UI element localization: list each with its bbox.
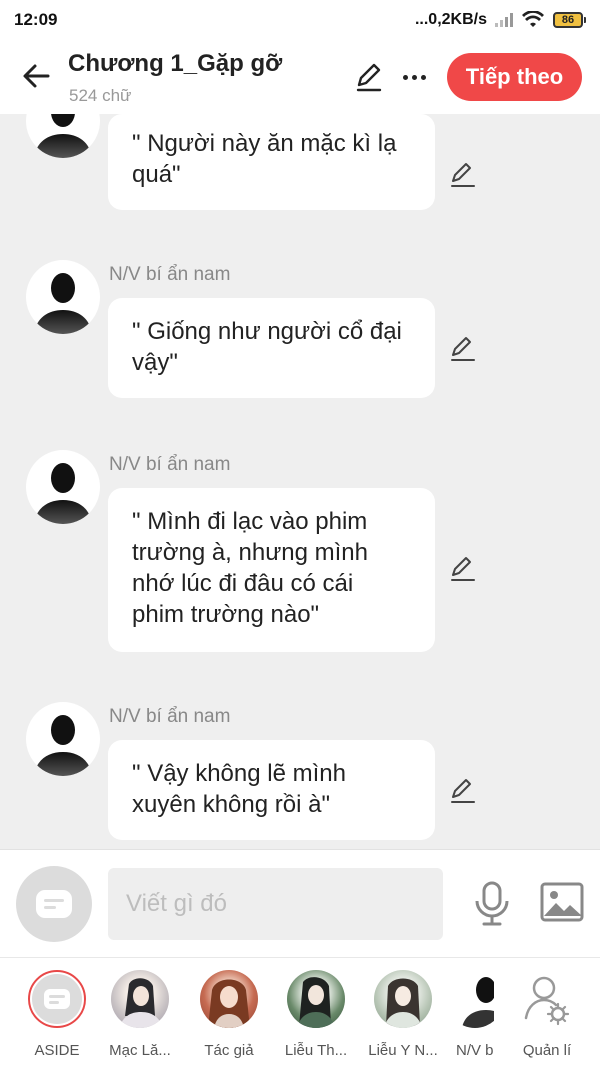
- avatar[interactable]: [26, 114, 100, 158]
- chat-area: " Người này ăn mặc kì lạ quá" N/V bí ẩn …: [0, 114, 600, 849]
- microphone-icon[interactable]: [472, 880, 512, 926]
- avatar[interactable]: [26, 450, 100, 524]
- sender-name: N/V bí ẩn nam: [109, 454, 231, 475]
- edit-message-icon[interactable]: [448, 775, 478, 805]
- message-bubble[interactable]: " Người này ăn mặc kì lạ quá": [108, 114, 435, 210]
- status-bar: 12:09 ...0,2KB/s 86: [0, 0, 600, 40]
- sender-name: N/V bí ẩn nam: [109, 706, 231, 727]
- user-settings-icon: [518, 970, 576, 1028]
- edit-message-icon[interactable]: [448, 159, 478, 189]
- character-label: Liễu Y N...: [368, 1042, 438, 1059]
- next-button[interactable]: Tiếp theo: [447, 53, 582, 101]
- avatar[interactable]: [26, 702, 100, 776]
- avatar: [200, 970, 258, 1028]
- edit-title-icon[interactable]: [352, 60, 386, 94]
- character-aside[interactable]: ASIDE: [12, 970, 102, 1059]
- message-icon: [44, 989, 70, 1009]
- avatar: [111, 970, 169, 1028]
- character-lieu-y-n[interactable]: Liễu Y N...: [358, 970, 448, 1059]
- character-label: N/V bí: [456, 1042, 494, 1059]
- wifi-icon: [522, 11, 544, 27]
- message-bubble[interactable]: " Vậy không lẽ mình xuyên không rồi à": [108, 740, 435, 840]
- sender-name: N/V bí ẩn nam: [109, 264, 231, 285]
- character-label: Mạc Lă...: [109, 1042, 171, 1059]
- back-arrow-icon[interactable]: [18, 58, 54, 94]
- character-label: Quản lí: [522, 1042, 572, 1059]
- character-label: Liễu Th...: [284, 1042, 348, 1059]
- word-count: 524 chữ: [69, 86, 132, 105]
- message-bubble[interactable]: " Mình đi lạc vào phim trường à, nhưng m…: [108, 488, 435, 652]
- message-icon: [36, 890, 72, 918]
- avatar[interactable]: [26, 260, 100, 334]
- character-selector: ASIDE Mạc Lă... Tác giả Liễu Th... Liễu …: [0, 957, 600, 1067]
- character-label: Tác giả: [204, 1042, 254, 1059]
- edit-message-icon[interactable]: [448, 553, 478, 583]
- status-time: 12:09: [14, 10, 58, 29]
- network-speed: ...0,2KB/s: [414, 11, 487, 28]
- image-icon[interactable]: [540, 882, 584, 922]
- character-label: ASIDE: [34, 1042, 80, 1059]
- chapter-header: Chương 1_Gặp gỡ 524 chữ Tiếp theo: [0, 40, 600, 114]
- avatar: [374, 970, 432, 1028]
- character-tac-gia[interactable]: Tác giả: [184, 970, 274, 1059]
- edit-message-icon[interactable]: [448, 333, 478, 363]
- manage-characters[interactable]: Quản lí: [502, 970, 592, 1059]
- character-mac-la[interactable]: Mạc Lă...: [95, 970, 185, 1059]
- composer-bar: [0, 849, 600, 957]
- signal-icon: [495, 13, 513, 27]
- aside-compose-button[interactable]: [16, 866, 92, 942]
- message-bubble[interactable]: " Giống như người cổ đại vậy": [108, 298, 435, 398]
- more-options-icon[interactable]: [398, 62, 430, 92]
- chapter-title: Chương 1_Gặp gỡ: [68, 50, 283, 77]
- battery-level: 86: [553, 12, 583, 28]
- avatar: [287, 970, 345, 1028]
- character-lieu-th[interactable]: Liễu Th...: [271, 970, 361, 1059]
- battery-icon: 86: [553, 12, 586, 28]
- message-input[interactable]: [108, 868, 443, 940]
- character-nv-bi-an[interactable]: N/V bí: [438, 970, 494, 1059]
- avatar: [446, 970, 494, 1028]
